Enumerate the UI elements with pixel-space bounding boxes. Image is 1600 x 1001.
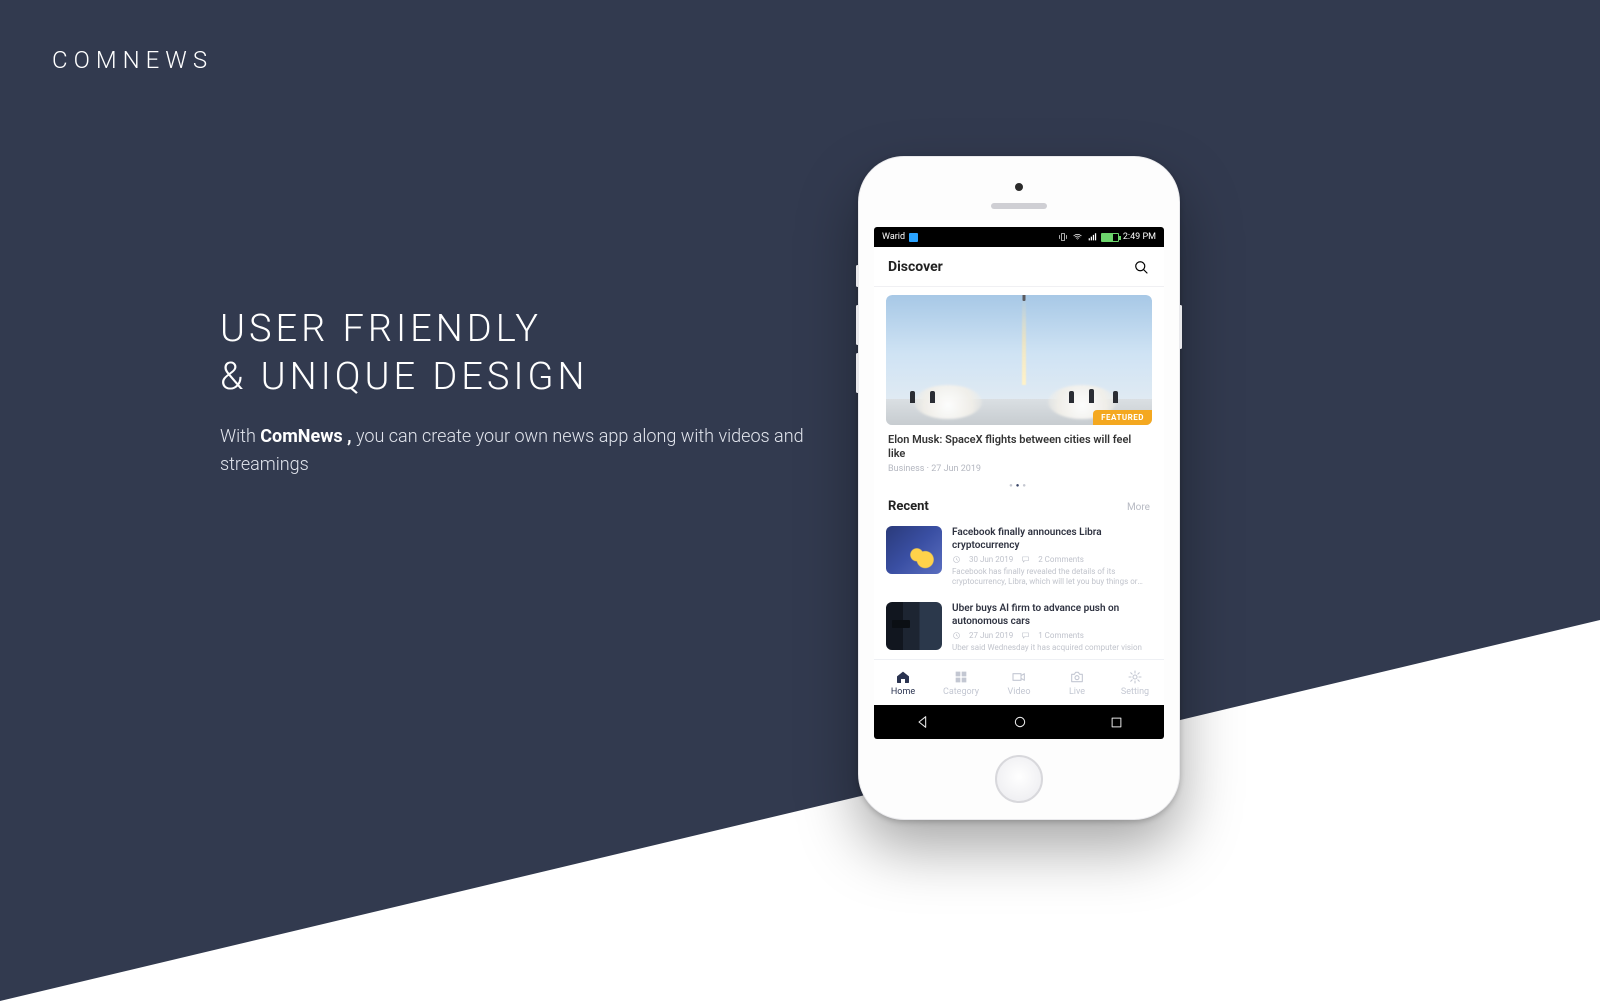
android-nav-bar xyxy=(874,705,1164,739)
hero-headline: USER FRIENDLY & UNIQUE DESIGN xyxy=(220,306,840,401)
phone-mockup: Warid 2:49 PM Discover xyxy=(858,156,1180,820)
clock-icon xyxy=(952,631,961,640)
phone-home-button xyxy=(995,755,1043,803)
signal-icon xyxy=(1087,232,1097,242)
comment-icon xyxy=(1021,631,1030,640)
app-header-title: Discover xyxy=(888,259,943,275)
carousel-dots[interactable]: ●●● xyxy=(886,474,1152,493)
featured-card[interactable]: FEATURED Elon Musk: SpaceX flights betwe… xyxy=(886,295,1152,474)
vibrate-icon xyxy=(1058,232,1068,242)
recent-heading: Recent xyxy=(888,499,929,514)
comment-icon xyxy=(1021,555,1030,564)
featured-image: FEATURED xyxy=(886,295,1152,425)
article-date: 27 Jun 2019 xyxy=(969,631,1013,640)
back-button[interactable] xyxy=(915,714,931,730)
hero-copy: USER FRIENDLY & UNIQUE DESIGN With ComNe… xyxy=(220,306,840,479)
hero-headline-line1: USER FRIENDLY xyxy=(220,307,542,351)
tab-label: Live xyxy=(1069,687,1085,697)
tab-label: Video xyxy=(1008,687,1031,697)
clock-icon xyxy=(952,555,961,564)
battery-icon xyxy=(1101,233,1119,242)
app-header: Discover xyxy=(874,247,1164,287)
tab-label: Category xyxy=(943,687,979,697)
list-item[interactable]: Facebook finally announces Libra cryptoc… xyxy=(886,522,1152,599)
list-item[interactable]: Uber buys AI firm to advance push on aut… xyxy=(886,598,1152,659)
article-comments: 2 Comments xyxy=(1038,555,1084,564)
tab-label: Home xyxy=(891,687,915,697)
phone-mute-switch xyxy=(856,265,859,287)
featured-meta: Business · 27 Jun 2019 xyxy=(886,464,1152,474)
phone-volume-down xyxy=(856,353,859,393)
tab-label: Setting xyxy=(1121,687,1149,697)
recents-button[interactable] xyxy=(1109,715,1124,730)
article-title: Uber buys AI firm to advance push on aut… xyxy=(952,602,1152,628)
article-thumbnail xyxy=(886,526,942,574)
featured-badge: FEATURED xyxy=(1093,410,1152,425)
tab-home[interactable]: Home xyxy=(874,660,932,705)
tab-category[interactable]: Category xyxy=(932,660,990,705)
gear-icon xyxy=(1126,669,1144,685)
recent-header: Recent More xyxy=(886,493,1152,522)
promo-canvas: COMNEWS USER FRIENDLY & UNIQUE DESIGN Wi… xyxy=(0,0,1600,1001)
recent-more-link[interactable]: More xyxy=(1127,502,1150,513)
article-excerpt: Uber said Wednesday it has acquired comp… xyxy=(952,643,1152,654)
phone-power-button xyxy=(1179,305,1182,349)
home-icon xyxy=(894,669,912,685)
phone-volume-up xyxy=(856,305,859,345)
article-excerpt: Facebook has finally revealed the detail… xyxy=(952,567,1152,589)
hero-subtext: With ComNews , you can create your own n… xyxy=(220,423,840,479)
phone-screen: Warid 2:49 PM Discover xyxy=(874,227,1164,739)
home-button[interactable] xyxy=(1012,714,1028,730)
brand-wordmark: COMNEWS xyxy=(52,46,213,74)
android-status-bar: Warid 2:49 PM xyxy=(874,227,1164,247)
article-title: Facebook finally announces Libra cryptoc… xyxy=(952,526,1152,552)
tab-video[interactable]: Video xyxy=(990,660,1048,705)
wifi-icon xyxy=(1072,232,1083,242)
background-dark-wedge xyxy=(0,0,1600,1001)
article-comments: 1 Comments xyxy=(1038,631,1084,640)
hero-headline-line2: & UNIQUE DESIGN xyxy=(220,355,589,399)
tab-setting[interactable]: Setting xyxy=(1106,660,1164,705)
search-icon[interactable] xyxy=(1132,258,1150,276)
content-scroll[interactable]: FEATURED Elon Musk: SpaceX flights betwe… xyxy=(874,287,1164,659)
camera-icon xyxy=(1068,669,1086,685)
video-icon xyxy=(1010,669,1028,685)
article-thumbnail xyxy=(886,602,942,650)
carrier-badge-icon xyxy=(909,233,918,242)
featured-title: Elon Musk: SpaceX flights between cities… xyxy=(886,425,1152,464)
bottom-tab-bar: Home Category Video Live Setting xyxy=(874,659,1164,705)
clock-label: 2:49 PM xyxy=(1123,232,1156,242)
tab-live[interactable]: Live xyxy=(1048,660,1106,705)
carrier-label: Warid xyxy=(882,232,905,242)
grid-icon xyxy=(952,669,970,685)
article-date: 30 Jun 2019 xyxy=(969,555,1013,564)
